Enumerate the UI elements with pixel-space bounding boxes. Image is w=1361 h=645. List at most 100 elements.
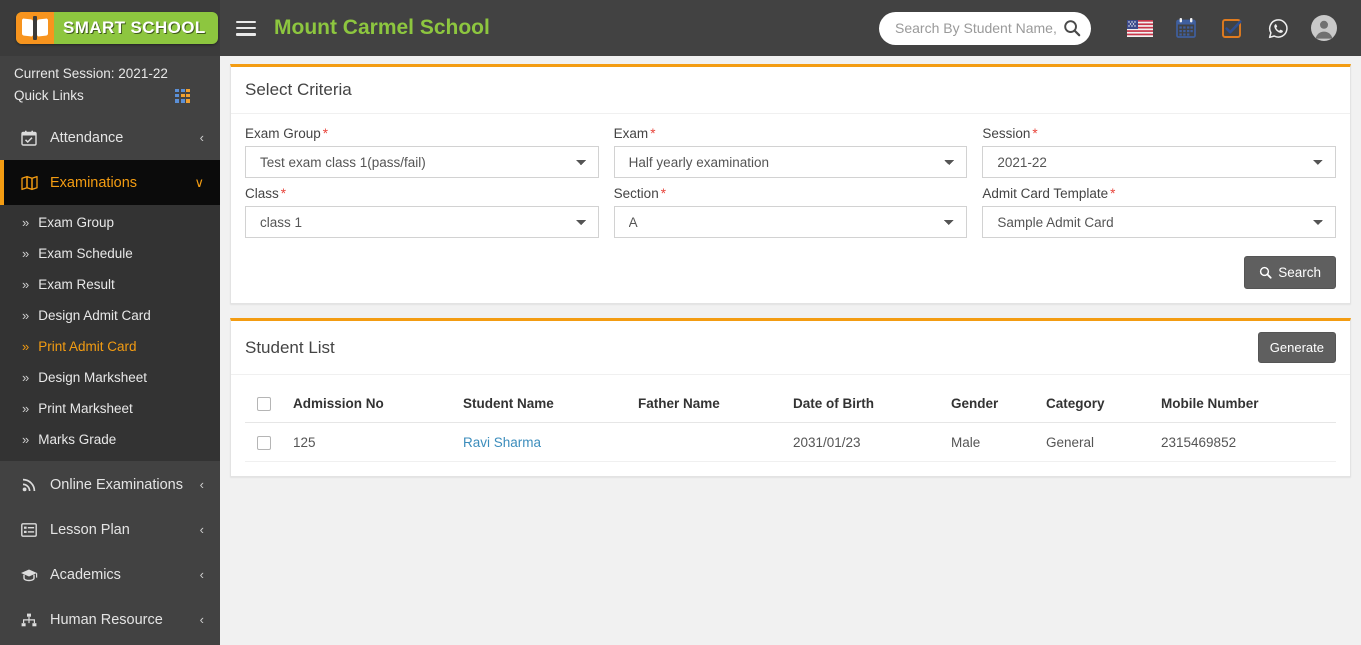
section-label: Section* xyxy=(614,186,968,201)
select-all-checkbox[interactable] xyxy=(257,397,271,411)
student-name-link[interactable]: Ravi Sharma xyxy=(463,435,541,450)
search-box[interactable] xyxy=(879,12,1091,45)
field-admit-card-template: Admit Card Template* Sample Admit Card xyxy=(982,186,1336,238)
search-input[interactable] xyxy=(879,12,1091,45)
sidebar-item-examinations[interactable]: Examinations ∨ xyxy=(0,160,220,205)
page-root: SMART SCHOOL Current Session: 2021-22 Qu… xyxy=(0,0,1361,645)
class-select[interactable]: class 1 xyxy=(245,206,599,238)
submenu-item-marks-grade[interactable]: » Marks Grade xyxy=(0,424,220,455)
search-button[interactable]: Search xyxy=(1244,256,1336,289)
field-section: Section* A xyxy=(614,186,968,238)
sidebar-item-academics[interactable]: Academics ‹ xyxy=(0,552,220,597)
submenu-item-print-admit-card[interactable]: » Print Admit Card xyxy=(0,331,220,362)
user-avatar-icon[interactable] xyxy=(1301,8,1347,48)
label-text: Exam xyxy=(614,126,649,141)
submenu-item-exam-group[interactable]: » Exam Group xyxy=(0,207,220,238)
exam-group-select[interactable]: Test exam class 1(pass/fail) xyxy=(245,146,599,178)
student-list-header: Student List Generate xyxy=(231,321,1350,375)
required-marker: * xyxy=(323,126,328,141)
grid-icon[interactable] xyxy=(175,89,190,103)
section-select[interactable]: A xyxy=(614,206,968,238)
exam-label: Exam* xyxy=(614,126,968,141)
double-chevron-icon: » xyxy=(22,370,29,385)
student-table-head: Admission No Student Name Father Name Da… xyxy=(245,387,1336,423)
required-marker: * xyxy=(650,126,655,141)
select-criteria-header: Select Criteria xyxy=(231,67,1350,114)
cell-student-name: Ravi Sharma xyxy=(457,423,632,461)
label-text: Session xyxy=(982,126,1030,141)
admit-card-template-select[interactable]: Sample Admit Card xyxy=(982,206,1336,238)
select-criteria-body: Exam Group* Test exam class 1(pass/fail)… xyxy=(231,114,1350,303)
sidebar-item-label: Online Examinations xyxy=(50,477,200,493)
admit-card-template-label: Admit Card Template* xyxy=(982,186,1336,201)
sidebar-item-online-examinations[interactable]: Online Examinations ‹ xyxy=(0,462,220,507)
sidebar-item-label: Examinations xyxy=(50,175,194,191)
sidebar-item-human-resource[interactable]: Human Resource ‹ xyxy=(0,597,220,642)
exam-group-label: Exam Group* xyxy=(245,126,599,141)
column-date-of-birth: Date of Birth xyxy=(787,387,945,423)
label-text: Admit Card Template xyxy=(982,186,1108,201)
sidebar-item-label: Lesson Plan xyxy=(50,522,200,538)
table-row: 125 Ravi Sharma 2031/01/23 Male General … xyxy=(245,423,1336,461)
list-alt-icon xyxy=(18,523,40,537)
calendar-icon[interactable] xyxy=(1163,8,1209,48)
label-text: Section xyxy=(614,186,659,201)
sidebar-item-attendance[interactable]: Attendance ‹ xyxy=(0,115,220,160)
graduation-cap-icon xyxy=(18,568,40,582)
row-checkbox[interactable] xyxy=(257,436,271,450)
select-criteria-panel: Select Criteria Exam Group* Test exam cl… xyxy=(230,64,1351,304)
sidebar-nav: Attendance ‹ Examinations ∨ » Exam Group… xyxy=(0,115,220,642)
topbar-actions xyxy=(879,8,1361,48)
session-label: Session* xyxy=(982,126,1336,141)
sidebar-item-lesson-plan[interactable]: Lesson Plan ‹ xyxy=(0,507,220,552)
hamburger-icon[interactable] xyxy=(236,21,256,36)
submenu-item-print-marksheet[interactable]: » Print Marksheet xyxy=(0,393,220,424)
search-button-label: Search xyxy=(1278,265,1321,280)
submenu-item-design-admit-card[interactable]: » Design Admit Card xyxy=(0,300,220,331)
chevron-left-icon: ‹ xyxy=(200,522,204,537)
criteria-row-1: Exam Group* Test exam class 1(pass/fail)… xyxy=(245,126,1336,178)
double-chevron-icon: » xyxy=(22,277,29,292)
cell-admission-no: 125 xyxy=(287,423,457,461)
generate-button[interactable]: Generate xyxy=(1258,332,1336,363)
submenu-item-exam-schedule[interactable]: » Exam Schedule xyxy=(0,238,220,269)
school-name: Mount Carmel School xyxy=(274,16,490,40)
chevron-left-icon: ‹ xyxy=(200,130,204,145)
app-logo[interactable]: SMART SCHOOL xyxy=(16,12,218,44)
student-table-body: 125 Ravi Sharma 2031/01/23 Male General … xyxy=(245,423,1336,461)
submenu-item-label: Design Marksheet xyxy=(38,370,147,385)
sidebar: SMART SCHOOL Current Session: 2021-22 Qu… xyxy=(0,0,220,645)
submenu-item-design-marksheet[interactable]: » Design Marksheet xyxy=(0,362,220,393)
session-select[interactable]: 2021-22 xyxy=(982,146,1336,178)
double-chevron-icon: » xyxy=(22,246,29,261)
cell-category: General xyxy=(1040,423,1155,461)
field-exam: Exam* Half yearly examination xyxy=(614,126,968,178)
field-session: Session* 2021-22 xyxy=(982,126,1336,178)
sidebar-item-label: Attendance xyxy=(50,130,200,146)
topbar: Mount Carmel School xyxy=(220,0,1361,56)
check-square-icon[interactable] xyxy=(1209,8,1255,48)
submenu-item-label: Print Admit Card xyxy=(38,339,136,354)
field-class: Class* class 1 xyxy=(245,186,599,238)
book-open-icon xyxy=(18,175,40,191)
student-list-body: Admission No Student Name Father Name Da… xyxy=(231,375,1350,476)
flag-us-icon[interactable] xyxy=(1117,8,1163,48)
label-text: Class xyxy=(245,186,279,201)
submenu-item-label: Print Marksheet xyxy=(38,401,133,416)
cell-date-of-birth: 2031/01/23 xyxy=(787,423,945,461)
required-marker: * xyxy=(1032,126,1037,141)
double-chevron-icon: » xyxy=(22,401,29,416)
panel-title: Select Criteria xyxy=(245,80,1336,100)
submenu-item-label: Marks Grade xyxy=(38,432,116,447)
exam-select[interactable]: Half yearly examination xyxy=(614,146,968,178)
student-list-panel: Student List Generate Admission No Stude… xyxy=(230,318,1351,477)
student-list-title: Student List xyxy=(245,338,335,358)
logo-text: SMART SCHOOL xyxy=(63,18,206,38)
submenu-item-label: Design Admit Card xyxy=(38,308,151,323)
quick-links-row[interactable]: Quick Links xyxy=(14,88,206,103)
submenu-item-exam-result[interactable]: » Exam Result xyxy=(0,269,220,300)
column-category: Category xyxy=(1040,387,1155,423)
column-student-name: Student Name xyxy=(457,387,632,423)
search-icon[interactable] xyxy=(1063,19,1081,37)
whatsapp-icon[interactable] xyxy=(1255,8,1301,48)
